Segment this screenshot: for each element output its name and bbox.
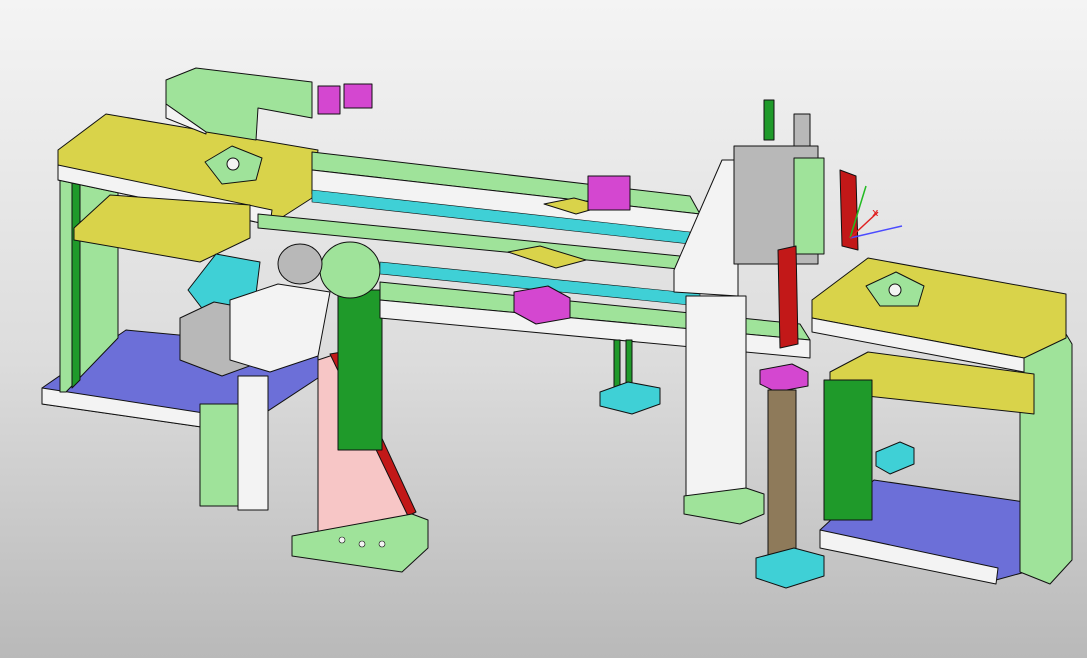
right-column: [1019, 333, 1073, 585]
drive-flange: [277, 243, 323, 285]
left-station[interactable]: [41, 67, 429, 573]
center-top-block: [587, 175, 631, 211]
tower-valve-2: [793, 113, 811, 147]
tower-red-rib-lower: [777, 245, 799, 349]
right-station[interactable]: [811, 257, 1073, 585]
tower-actuator-cover: [793, 157, 825, 255]
left-column-side: [71, 179, 81, 389]
tower-brown-rail: [767, 389, 797, 563]
foot-hole-3: [378, 540, 386, 548]
foot-hole-1: [338, 536, 346, 544]
triad-x-marker: x: [872, 206, 879, 219]
tower-brown-foot: [755, 547, 825, 589]
drive-drum: [319, 241, 381, 299]
left-fixture-hole: [226, 157, 240, 171]
left-center-column: [337, 289, 383, 451]
right-fixture-hole: [888, 283, 902, 297]
tower-valve-1: [763, 99, 775, 141]
left-top-clip: [317, 85, 341, 115]
left-slide-guard: [199, 403, 239, 507]
left-vertical-slide: [237, 375, 269, 511]
tower-column: [685, 295, 747, 497]
foot-hole-2: [358, 540, 366, 548]
tower-red-rib: [839, 169, 859, 251]
right-leg-foot: [875, 441, 915, 475]
center-post-foot: [599, 381, 661, 415]
right-inner-leg: [823, 379, 873, 521]
left-top-clip-2: [343, 83, 373, 109]
cad-3d-viewport[interactable]: x: [0, 0, 1087, 658]
tower-magenta-holder: [759, 363, 809, 393]
axis-triad-icon[interactable]: x: [849, 185, 903, 239]
conveyor-assembly-model[interactable]: x: [0, 0, 1087, 658]
